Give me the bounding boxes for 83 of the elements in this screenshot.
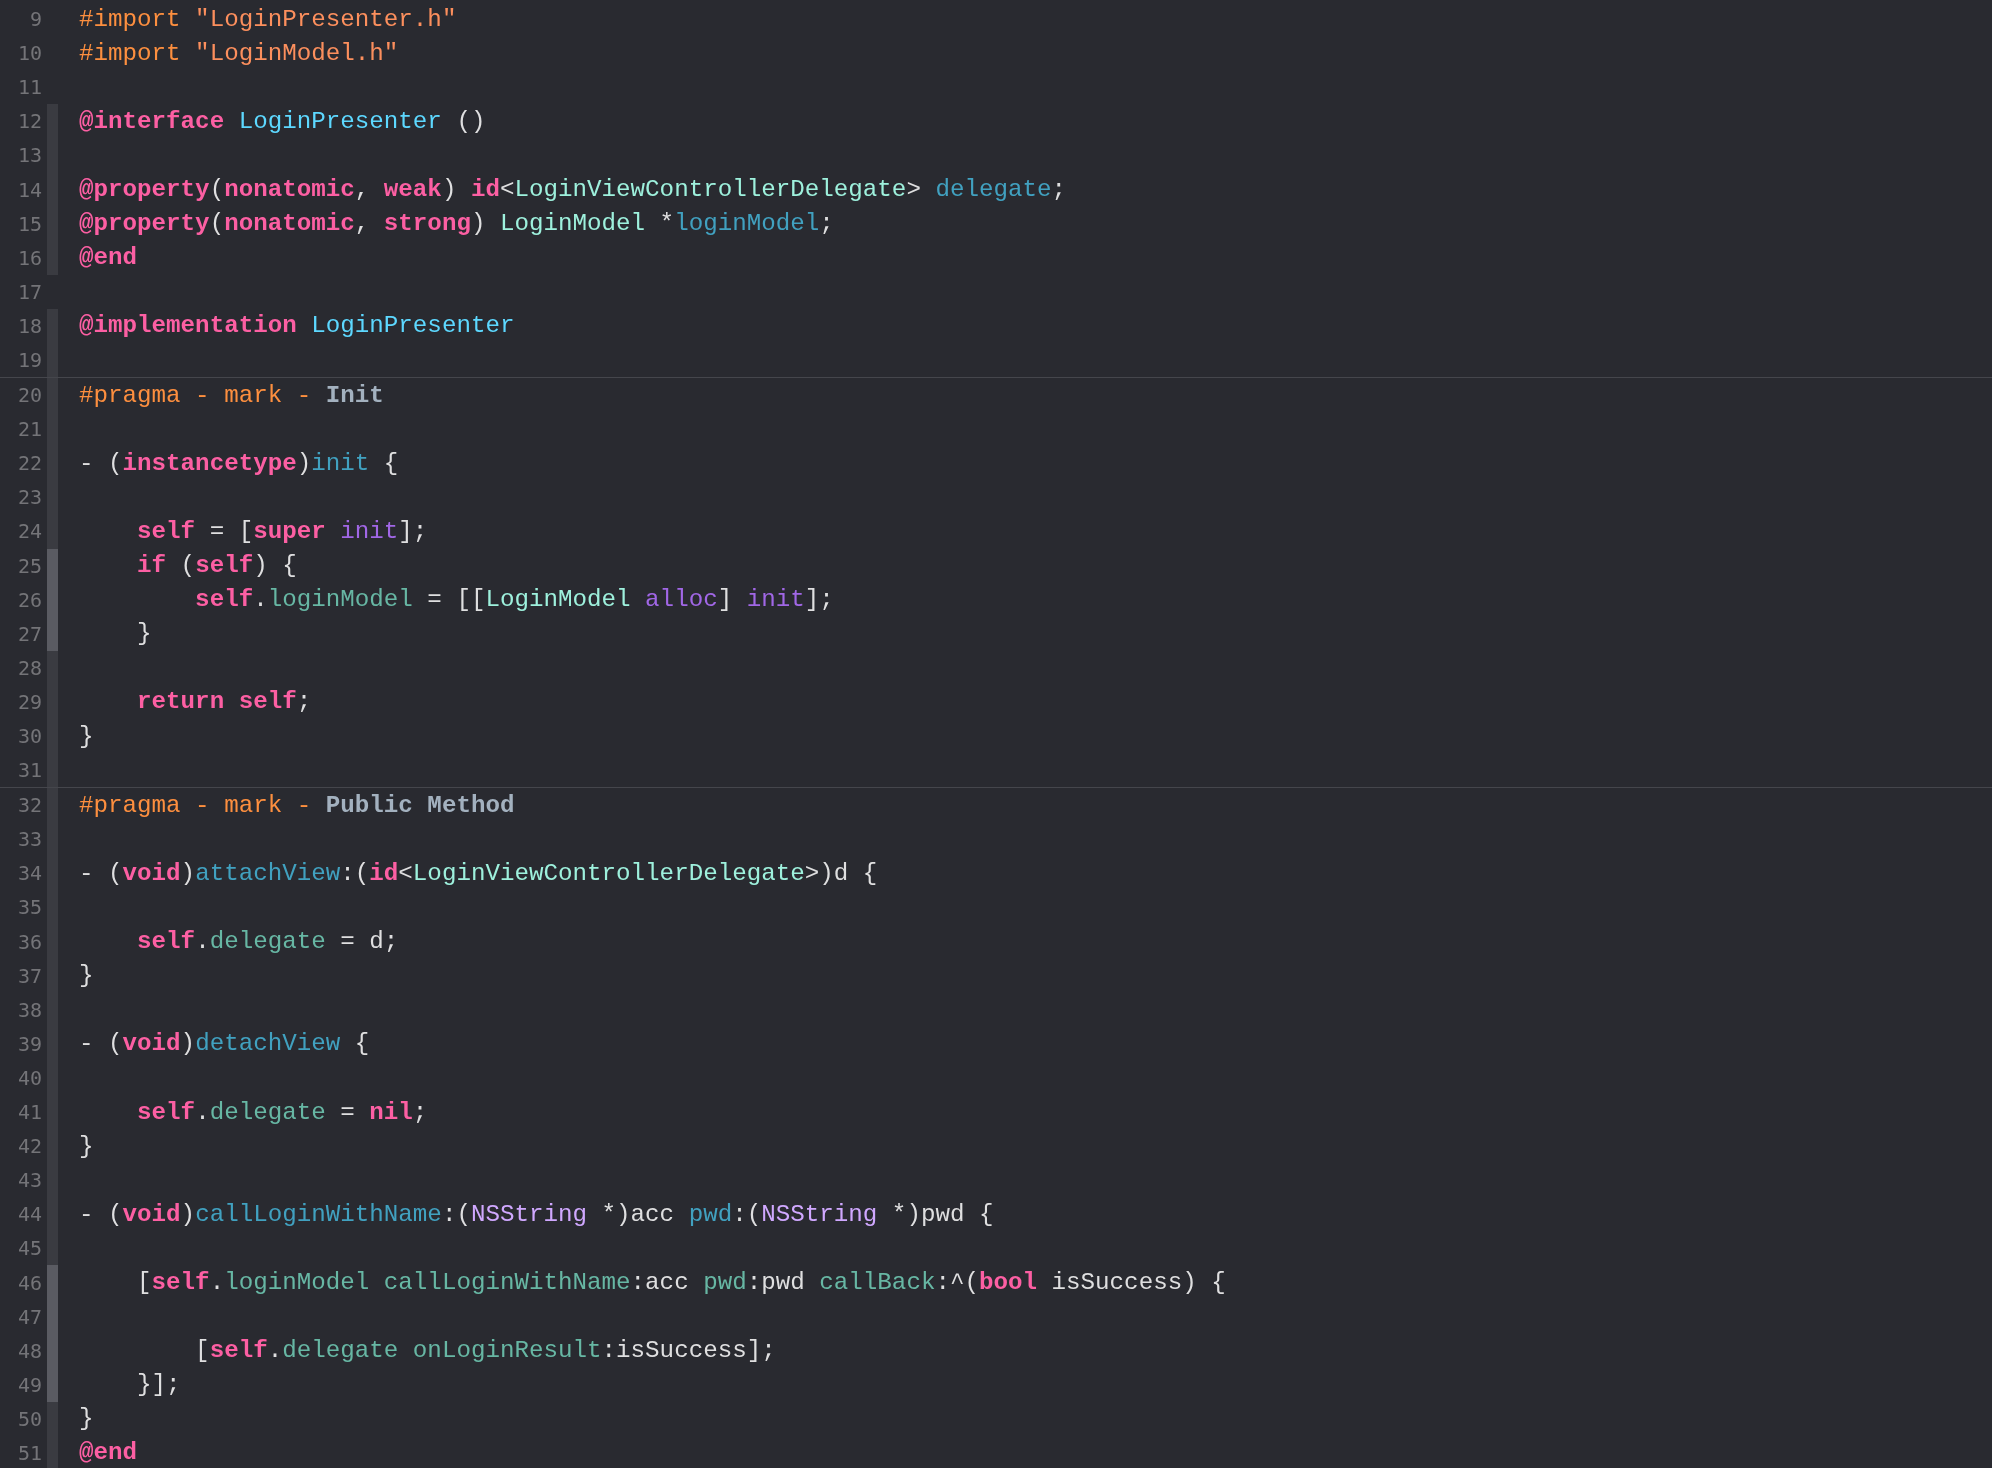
line-number: 23 [16, 485, 42, 510]
code-line: @property(nonatomic, weak) id<LoginViewControllerDelegate> delegate; [79, 176, 1068, 203]
fold-ribbon[interactable] [46, 548, 58, 583]
line-number: 22 [16, 451, 42, 476]
code-line: #import "LoginPresenter.h" [79, 5, 458, 33]
line-number: 20 [16, 383, 42, 408]
line-number: 47 [16, 1304, 42, 1329]
code-line: @end [79, 244, 139, 272]
code-line: } [136, 620, 153, 648]
code-line: [self.loginModel callLoginWithName:acc pwd:pwd callBack:^(bool isSuccess) { [136, 1269, 1227, 1296]
fold-ribbon[interactable] [46, 788, 58, 823]
line-number: 15 [16, 211, 42, 236]
code-line: if (self) { [136, 552, 298, 580]
line-number: 28 [16, 655, 42, 680]
line-number: 24 [16, 519, 42, 544]
line-number: 21 [16, 417, 42, 442]
line-number: 50 [16, 1406, 42, 1431]
code-line: #import "LoginModel.h" [79, 39, 400, 67]
code-line: } [79, 962, 95, 990]
line-number: 37 [16, 963, 42, 988]
line-number: 35 [16, 895, 42, 920]
line-number: 40 [16, 1065, 42, 1090]
code-line: self.delegate = d; [136, 928, 400, 956]
code-line: self.loginModel = [[LoginModel alloc] init]; [194, 586, 835, 614]
fold-ribbon[interactable] [46, 1231, 58, 1266]
line-number: 43 [16, 1168, 42, 1193]
line-number: 10 [16, 41, 42, 66]
line-number: 18 [16, 313, 42, 338]
code-line: @interface LoginPresenter () [79, 107, 487, 135]
fold-ribbon[interactable] [46, 650, 58, 685]
code-line: [self.delegate onLoginResult:isSuccess]; [194, 1337, 777, 1365]
fold-ribbon[interactable] [46, 1367, 58, 1402]
code-line: - (void)attachView:(id<LoginViewControllerDelegate>)d { [79, 859, 879, 887]
code-line: @end [79, 1439, 139, 1467]
line-number: 42 [16, 1134, 42, 1159]
line-number: 38 [16, 997, 42, 1022]
line-number: 27 [16, 621, 42, 646]
line-number: 13 [16, 143, 42, 168]
code-line: return self; [136, 688, 313, 716]
line-number: 14 [16, 177, 42, 202]
line-number: 45 [16, 1236, 42, 1261]
line-number: 19 [16, 348, 42, 372]
fold-ribbon[interactable] [46, 378, 58, 413]
code-line: @property(nonatomic, strong) LoginModel *loginModel; [79, 210, 835, 238]
code-line: - (instancetype)init { [79, 449, 400, 477]
fold-ribbon[interactable] [46, 514, 58, 549]
line-number: 29 [16, 689, 42, 714]
fold-ribbon[interactable] [46, 1401, 58, 1436]
line-number: 16 [16, 245, 42, 270]
line-number: 32 [16, 793, 42, 818]
line-number: 41 [16, 1100, 42, 1125]
line-number: 49 [16, 1372, 42, 1397]
fold-ribbon[interactable] [46, 616, 58, 651]
fold-ribbon[interactable] [46, 1265, 58, 1300]
code-line: } [79, 1405, 95, 1433]
code-line: @implementation LoginPresenter [79, 312, 516, 340]
line-number: 17 [16, 279, 42, 304]
line-number: 12 [16, 109, 42, 134]
code-line: } [79, 722, 95, 750]
line-number: 46 [16, 1270, 42, 1295]
code-line: } [79, 1132, 95, 1160]
code-line: #pragma - mark - Init [79, 381, 385, 409]
line-number: 34 [16, 861, 42, 886]
line-number: 30 [16, 724, 42, 748]
line-number: 51 [16, 1441, 42, 1465]
fold-ribbon[interactable] [46, 753, 58, 788]
line-number: 31 [16, 758, 42, 783]
code-line: - (void)callLoginWithName:(NSString *)acc pwd:(NSString *)pwd { [79, 1200, 995, 1228]
line-number: 9 [28, 7, 42, 32]
line-number: 44 [16, 1202, 42, 1227]
line-number: 26 [16, 587, 42, 612]
code-line: self = [super init]; [136, 517, 429, 545]
code-line: - (void)detachView { [79, 1030, 371, 1058]
line-number: 25 [16, 553, 42, 578]
line-number: 11 [16, 75, 42, 100]
fold-ribbon[interactable] [46, 342, 58, 378]
line-number: 39 [16, 1031, 42, 1056]
code-line: #pragma - mark - Public Method [79, 791, 516, 819]
line-number: 36 [16, 929, 42, 954]
line-number: 33 [16, 827, 42, 852]
code-line: self.delegate = nil; [136, 1098, 429, 1126]
line-number: 48 [16, 1338, 42, 1363]
code-line: }]; [136, 1371, 182, 1399]
